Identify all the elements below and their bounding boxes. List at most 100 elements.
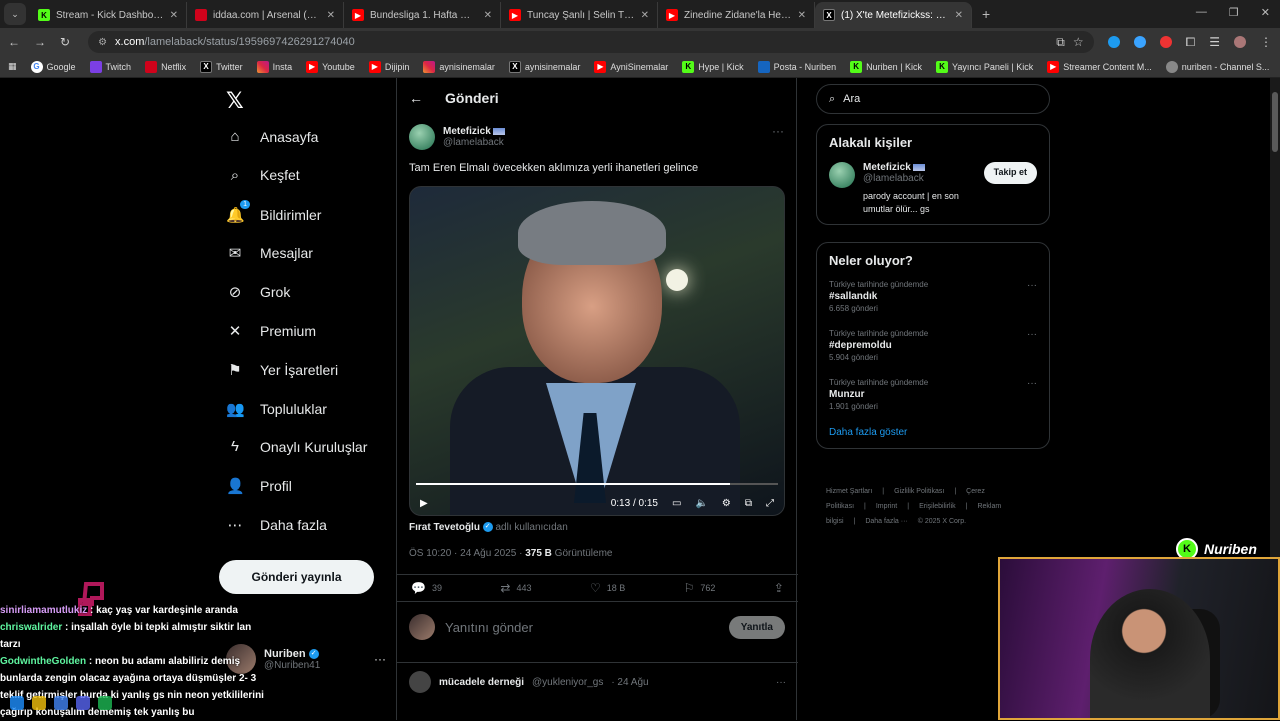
reload-icon[interactable]: ↻ (60, 35, 70, 49)
bookmark-item[interactable]: Netflix (145, 60, 186, 73)
nav-item-grok[interactable]: ⊘ Grok (226, 283, 291, 301)
author-avatar[interactable] (409, 124, 435, 150)
related-name[interactable]: Metefizick (863, 162, 911, 173)
browser-tab[interactable]: K Stream - Kick Dashboard ✕ (30, 2, 187, 28)
tweet-video[interactable]: ▶ 0:13 / 0:15 ▭ 🔈 ⚙ ⧉ ⤢ (409, 186, 785, 516)
chrome-icon[interactable] (54, 696, 68, 710)
retweet-action[interactable]: ⇄ 443 (500, 581, 531, 595)
bookmark-item[interactable]: ▶ Dijipin (368, 60, 409, 73)
bookmark-action[interactable]: ⚐ 762 (684, 581, 716, 595)
bookmark-item[interactable]: ▶ AyniSinemalar (594, 60, 668, 73)
fullscreen-icon[interactable]: ⤢ (766, 498, 774, 509)
footer-link[interactable]: Imprint (876, 503, 897, 510)
extension-red-icon[interactable] (1159, 36, 1172, 48)
windows-icon[interactable] (10, 696, 24, 710)
star-icon[interactable]: ☆ (1073, 35, 1084, 49)
bookmark-item[interactable]: Xaynisinemalar (508, 60, 580, 73)
related-avatar[interactable] (829, 162, 855, 188)
play-icon[interactable]: ▶ (420, 498, 428, 509)
scroll-thumb[interactable] (1272, 92, 1278, 152)
show-more-link[interactable]: Daha fazla göster (817, 419, 1049, 448)
trend-item[interactable]: Türkiye tarihinde gündemde Munzur 1.901 gö… (817, 370, 1049, 419)
tab-close-icon[interactable]: ✕ (484, 10, 492, 21)
captions-icon[interactable]: ▭ (672, 498, 681, 509)
trend-more-icon[interactable]: ··· (1027, 329, 1037, 340)
trend-item[interactable]: Türkiye tarihinde gündemde #depremoldu 5.9… (817, 321, 1049, 370)
browser-tab[interactable]: ▶ Bundesliga 1. Hafta Özet | Bayer ✕ (344, 2, 501, 28)
bookmark-item[interactable]: aynisinemalar (423, 60, 495, 73)
folder-icon[interactable] (32, 696, 46, 710)
browser-tab[interactable]: ▶ Tuncay Şanlı | Selin Türkmen | M ✕ (501, 2, 658, 28)
footer-link[interactable]: Daha fazla ··· (865, 518, 907, 525)
related-person[interactable]: Metefizick @lamelaback parody account | … (817, 154, 1049, 224)
reply-action[interactable]: 💬 39 (411, 581, 442, 595)
nav-item-more-circle[interactable]: ⋯ Daha fazla (226, 516, 327, 534)
browser-menu-icon[interactable]: ⋮ (1260, 35, 1272, 49)
new-tab-icon[interactable]: + (982, 6, 990, 22)
credit-name[interactable]: Fırat Tevetoğlu (409, 522, 480, 533)
nav-item-search[interactable]: ⌕ Keşfet (226, 167, 300, 184)
settings-icon[interactable]: ⚙ (722, 498, 731, 509)
tab-close-icon[interactable]: ✕ (955, 10, 963, 21)
tab-close-icon[interactable]: ✕ (641, 10, 649, 21)
footer-link[interactable]: Gizlilik Politikası (894, 488, 944, 495)
tab-close-icon[interactable]: ✕ (170, 10, 178, 21)
reply-tweet[interactable]: mücadele derneği @yukleniyor_gs · 24 Ağu… (397, 662, 798, 701)
back-icon[interactable]: ← (8, 35, 20, 49)
install-app-icon[interactable]: ⧉ (1056, 35, 1065, 50)
address-bar[interactable]: ⚙ x.com/lamelaback/status/19596974262912… (88, 31, 1094, 53)
tab-search-icon[interactable]: ⌄ (4, 3, 26, 25)
tweet-more-icon[interactable]: ··· (772, 124, 784, 138)
reply-author-handle[interactable]: @yukleniyor_gs (532, 677, 603, 688)
back-arrow-icon[interactable]: ← (409, 90, 423, 106)
nav-item-bolt[interactable]: ϟ Onaylı Kuruluşlar (226, 438, 367, 455)
spotify-icon[interactable] (98, 696, 112, 710)
bookmark-item[interactable]: nuriben - Channel S... (1165, 60, 1269, 73)
volume-icon[interactable]: 🔈 (695, 498, 707, 509)
reply-more-icon[interactable]: ··· (776, 677, 786, 688)
bookmark-item[interactable]: ▶ Streamer Content M... (1047, 60, 1152, 73)
bookmark-item[interactable]: Posta - Nuriben (757, 60, 836, 73)
follow-button[interactable]: Takip et (983, 162, 1037, 184)
search-input[interactable]: Ara (843, 93, 860, 105)
reply-button[interactable]: Yanıtla (728, 615, 785, 639)
tweet-time[interactable]: ÖS 10:20 · 24 Ağu 2025 · (409, 548, 522, 559)
trend-more-icon[interactable]: ··· (1027, 280, 1037, 291)
tab-close-icon[interactable]: ✕ (327, 10, 335, 21)
nav-item-home[interactable]: ⌂ Anasayfa (226, 128, 318, 145)
picture-in-picture-icon[interactable]: ⧉ (745, 498, 752, 509)
nav-item-x[interactable]: ✕ Premium (226, 322, 316, 340)
footer-link[interactable]: Hizmet Şartları (826, 488, 872, 495)
bookmark-item[interactable]: K Nuriben | Kick (850, 60, 922, 73)
profile-avatar-icon[interactable] (1234, 36, 1246, 48)
browser-tab[interactable]: ▶ Zinedine Zidane'la Hep Birlikte ✕ (658, 2, 815, 28)
bookmark-item[interactable]: K Yayıncı Paneli | Kick (936, 60, 1033, 73)
share-action[interactable]: ⇪ (774, 581, 784, 595)
footer-link[interactable]: © 2025 X Corp. (918, 518, 966, 525)
extension-shield-icon[interactable] (1107, 36, 1120, 48)
forward-icon[interactable]: → (34, 35, 46, 49)
reading-list-icon[interactable]: ☰ (1209, 35, 1220, 49)
browser-tab[interactable]: X (1) X'te Metefizickss: "Tam Eren ✕ (815, 2, 972, 28)
bookmark-item[interactable]: K Hype | Kick (682, 60, 744, 73)
bookmark-item[interactable]: X Twitter (200, 60, 243, 73)
extensions-puzzle-icon[interactable]: ⧠ (1186, 35, 1196, 50)
account-more-icon[interactable]: ··· (374, 652, 386, 666)
nav-item-mail[interactable]: ✉ Mesajlar (226, 244, 313, 262)
author-name[interactable]: Metefizick (443, 126, 491, 137)
search-box[interactable]: ⌕ Ara (816, 84, 1050, 114)
post-button[interactable]: Gönderi yayınla (219, 560, 374, 594)
trend-more-icon[interactable]: ··· (1027, 378, 1037, 389)
discord-icon[interactable] (76, 696, 90, 710)
bookmark-item[interactable]: ▶ Youtube (306, 60, 355, 73)
extension-vpn-icon[interactable] (1133, 36, 1146, 48)
reply-input[interactable]: Yanıtını gönder (445, 620, 719, 635)
site-info-icon[interactable]: ⚙ (98, 37, 107, 48)
maximize-icon[interactable]: ❐ (1229, 6, 1239, 19)
bookmark-item[interactable]: G Google (30, 60, 76, 73)
nav-item-bell[interactable]: 🔔 1 Bildirimler (226, 199, 321, 224)
like-action[interactable]: ♡ 18 B (590, 581, 625, 595)
nav-item-user[interactable]: 👤 Profil (226, 477, 292, 495)
nav-item-people[interactable]: 👥 Topluluklar (226, 400, 327, 418)
footer-link[interactable]: Erişilebilirlik (919, 503, 956, 510)
